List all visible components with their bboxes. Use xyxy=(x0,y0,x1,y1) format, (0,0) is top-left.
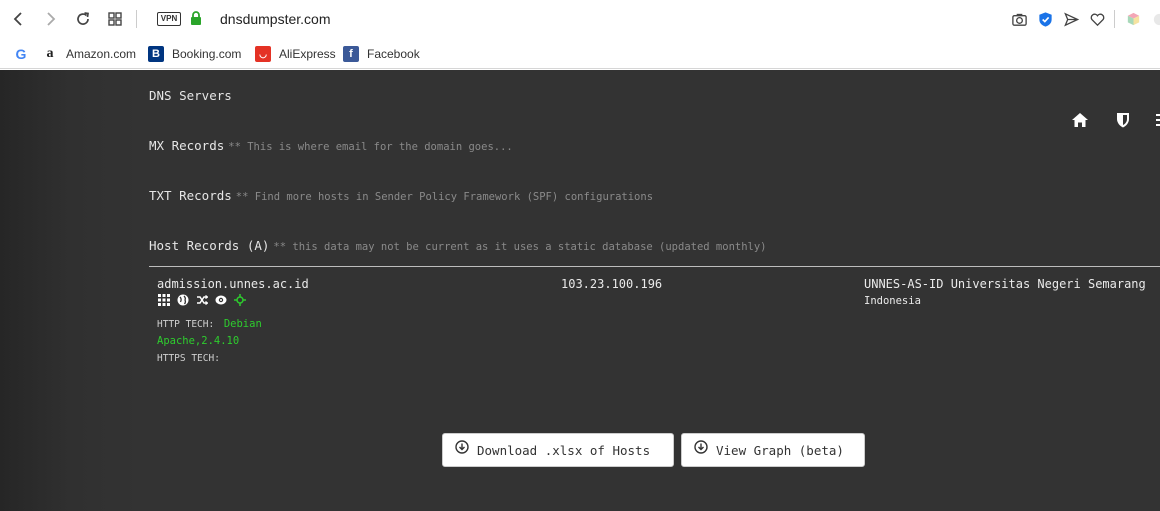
toolbar-separator xyxy=(136,10,137,28)
heart-icon[interactable] xyxy=(1088,10,1106,28)
section-title: DNS Servers xyxy=(149,88,232,103)
https-tech-label: HTTPS TECH: xyxy=(157,353,220,364)
menu-icon[interactable] xyxy=(1150,110,1160,130)
grid-icon[interactable] xyxy=(157,293,170,306)
globe-icon[interactable] xyxy=(176,293,189,306)
lock-icon[interactable] xyxy=(190,11,202,26)
table-divider xyxy=(149,266,1160,267)
host-records-heading: Host Records (A) ** this data may not be … xyxy=(149,238,767,253)
dns-servers-heading: DNS Servers xyxy=(149,88,232,103)
button-label: Download .xlsx of Hosts xyxy=(477,442,651,458)
forward-icon[interactable] xyxy=(39,8,61,30)
tabs-grid-icon[interactable] xyxy=(104,8,126,30)
shuffle-icon[interactable] xyxy=(195,293,208,306)
section-note: ** This is where email for the domain go… xyxy=(228,141,513,153)
send-icon[interactable] xyxy=(1062,10,1080,28)
aliexpress-icon: ◡ xyxy=(255,46,271,62)
address-bar-url[interactable]: dnsdumpster.com xyxy=(220,11,331,27)
bookmark-google[interactable]: G xyxy=(13,44,37,64)
section-title: Host Records (A) xyxy=(149,238,270,253)
section-note: ** Find more hosts in Sender Policy Fram… xyxy=(235,191,654,203)
host-ip-address: 103.23.100.196 xyxy=(561,277,663,291)
https-tech: HTTPS TECH: xyxy=(157,346,220,365)
host-hostname: admission.unnes.ac.id xyxy=(157,277,309,291)
bookmark-facebook[interactable]: f Facebook xyxy=(343,44,420,64)
bookmark-label: Booking.com xyxy=(172,47,242,61)
back-icon[interactable] xyxy=(8,8,30,30)
bookmarks-bar: G a Amazon.com B Booking.com ◡ AliExpres… xyxy=(0,40,1160,69)
browser-toolbar: VPN dnsdumpster.com xyxy=(0,0,1160,40)
extension-cube-icon[interactable] xyxy=(1124,10,1142,28)
host-asn: UNNES-AS-ID Universitas Negeri Semarang xyxy=(864,277,1146,291)
extension-icon[interactable] xyxy=(1150,10,1160,28)
download-icon xyxy=(694,440,708,454)
button-label: View Graph (beta) xyxy=(716,442,844,458)
bookmark-aliexpress[interactable]: ◡ AliExpress xyxy=(255,44,336,64)
download-icon xyxy=(455,440,469,454)
google-icon: G xyxy=(15,46,27,62)
section-title: TXT Records xyxy=(149,188,232,203)
mx-records-heading: MX Records ** This is where email for the… xyxy=(149,138,513,153)
view-graph-button[interactable]: View Graph (beta) xyxy=(681,433,865,467)
bookmark-label: Amazon.com xyxy=(66,47,137,61)
booking-icon: B xyxy=(148,46,164,62)
section-note: ** this data may not be current as it us… xyxy=(273,241,767,253)
download-xlsx-button[interactable]: Download .xlsx of Hosts xyxy=(442,433,674,467)
bookmark-amazon[interactable]: a Amazon.com xyxy=(42,44,137,64)
facebook-icon: f xyxy=(343,46,359,62)
section-title: MX Records xyxy=(149,138,225,153)
amazon-icon: a xyxy=(46,46,54,61)
bookmark-booking[interactable]: B Booking.com xyxy=(148,44,241,64)
host-country: Indonesia xyxy=(864,295,921,307)
bookmark-label: Facebook xyxy=(367,47,420,61)
bookmark-label: AliExpress xyxy=(279,47,336,61)
shield-icon[interactable] xyxy=(1113,110,1133,130)
eye-icon[interactable] xyxy=(214,293,227,306)
home-icon[interactable] xyxy=(1070,110,1090,130)
host-action-icons xyxy=(157,293,246,306)
txt-records-heading: TXT Records ** Find more hosts in Sender … xyxy=(149,188,653,203)
camera-icon[interactable] xyxy=(1010,10,1028,28)
reload-icon[interactable] xyxy=(72,8,94,30)
adblock-shield-icon[interactable] xyxy=(1036,10,1054,28)
crosshair-icon[interactable] xyxy=(233,293,246,306)
toolbar-separator xyxy=(1114,10,1115,28)
page-content: DNS Servers MX Records ** This is where e… xyxy=(0,70,1160,511)
vpn-badge[interactable]: VPN xyxy=(157,12,181,26)
